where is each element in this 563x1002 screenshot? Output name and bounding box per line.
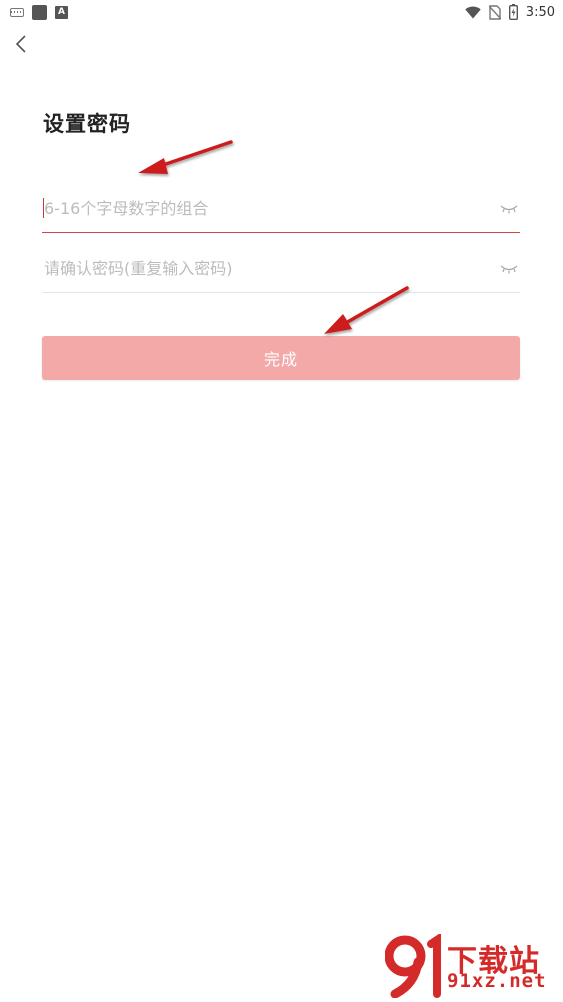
logo-91-icon <box>385 934 441 998</box>
back-button[interactable] <box>10 32 32 56</box>
status-time: 3:50 <box>525 4 555 20</box>
confirm-password-field <box>42 250 520 293</box>
text-caret <box>43 198 44 218</box>
submit-button[interactable]: 完成 <box>42 336 520 380</box>
a-icon: A <box>55 5 68 19</box>
status-bar: A 3:50 <box>0 0 563 24</box>
no-sim-icon <box>488 4 501 20</box>
page-title: 设置密码 <box>43 112 131 136</box>
status-right-icons: 3:50 <box>465 3 555 21</box>
status-left-icons: A <box>10 4 68 20</box>
password-input[interactable] <box>42 190 484 226</box>
password-field <box>42 190 520 233</box>
chevron-left-icon <box>15 35 26 53</box>
battery-icon <box>508 4 518 20</box>
square-icon <box>32 4 47 20</box>
confirm-password-input[interactable] <box>42 250 484 286</box>
watermark-logo: 下载站 91xz.net <box>385 934 557 1000</box>
eye-closed-icon[interactable] <box>500 263 518 275</box>
keyboard-icon <box>10 7 24 17</box>
watermark-line2: 91xz.net <box>447 970 547 992</box>
wifi-icon <box>465 6 481 18</box>
eye-closed-icon[interactable] <box>500 203 518 215</box>
